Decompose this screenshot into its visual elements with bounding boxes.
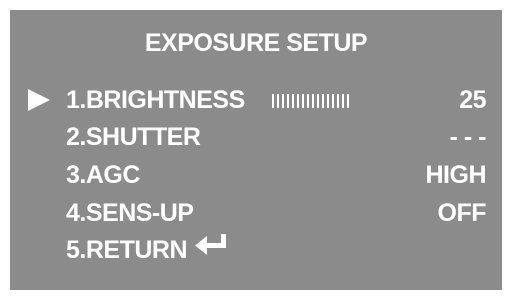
sens-up-value: OFF <box>437 199 487 227</box>
selection-cursor-icon <box>28 89 50 111</box>
slider-tick <box>277 94 279 108</box>
menu-item-agc[interactable]: 3.AGC HIGH <box>10 157 502 193</box>
return-arrow-icon <box>195 230 229 266</box>
menu-item-return[interactable]: 5.RETURN <box>10 232 502 268</box>
menu-item-label: 1.BRIGHTNESS <box>66 86 245 114</box>
brightness-value: 25 <box>459 86 486 114</box>
slider-tick <box>272 94 274 108</box>
slider-tick <box>327 94 329 108</box>
slider-tick <box>307 94 309 108</box>
menu-item-label: 4.SENS-UP <box>66 199 194 227</box>
menu-title: EXPOSURE SETUP <box>144 29 368 57</box>
menu-item-label: 3.AGC <box>66 161 140 189</box>
slider-tick <box>317 94 319 108</box>
slider-tick <box>342 94 344 108</box>
slider-tick <box>322 94 324 108</box>
osd-menu: EXPOSURE SETUP 1.BRIGHTNESS 25 2.SHUTTER… <box>10 10 502 290</box>
return-label-wrap: 5.RETURN <box>66 232 229 268</box>
brightness-slider[interactable] <box>272 94 349 108</box>
menu-item-brightness[interactable]: 1.BRIGHTNESS 25 <box>10 82 502 118</box>
menu-item-sens-up[interactable]: 4.SENS-UP OFF <box>10 195 502 231</box>
slider-tick <box>287 94 289 108</box>
agc-value: HIGH <box>425 161 487 189</box>
slider-tick <box>347 94 349 108</box>
menu-item-shutter[interactable]: 2.SHUTTER - - - <box>10 119 502 155</box>
menu-item-label: 2.SHUTTER <box>66 123 201 151</box>
slider-tick <box>297 94 299 108</box>
slider-tick <box>332 94 334 108</box>
menu-item-label: 5.RETURN <box>66 236 188 264</box>
shutter-value: - - - <box>449 123 487 151</box>
slider-tick <box>302 94 304 108</box>
slider-tick <box>282 94 284 108</box>
slider-tick <box>312 94 314 108</box>
slider-tick <box>292 94 294 108</box>
slider-tick <box>337 94 339 108</box>
